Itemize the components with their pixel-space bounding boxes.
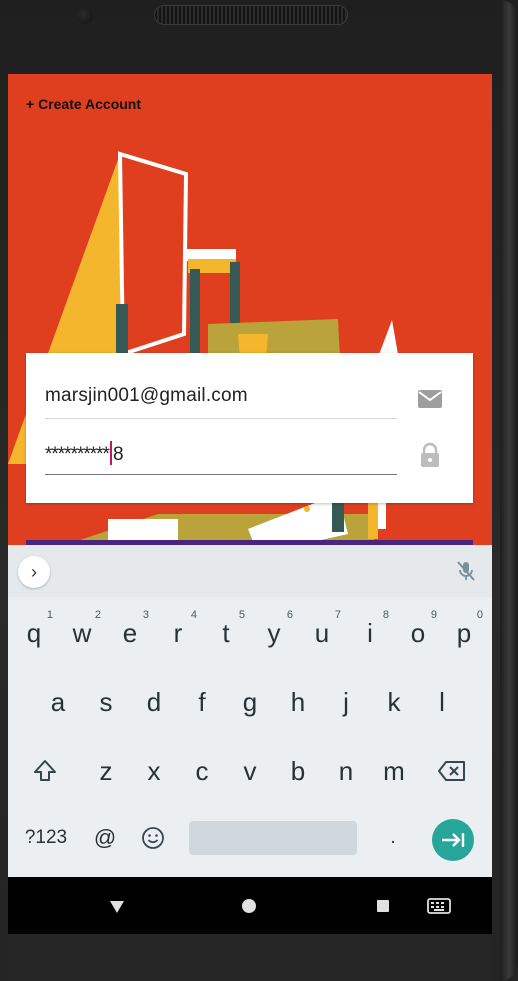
- front-camera: [77, 8, 93, 24]
- key-v[interactable]: v: [227, 743, 273, 799]
- symbols-key[interactable]: ?123: [20, 810, 72, 866]
- device-frame: + Create Account marsjin001@gmail.com **…: [0, 0, 518, 981]
- device-edge: [500, 0, 518, 981]
- password-field[interactable]: ********** 8: [45, 433, 397, 475]
- keyboard-suggestion-bar: ›: [8, 545, 492, 597]
- key-r[interactable]: r4: [155, 605, 201, 661]
- password-value: ********** 8: [45, 441, 124, 466]
- key-g[interactable]: g: [227, 674, 273, 730]
- soft-keyboard: › q1 w2 e3 r4 t5 y6 u7 i8 o9 p0 a s d f …: [8, 545, 492, 877]
- key-n[interactable]: n: [323, 743, 369, 799]
- nav-recents-icon[interactable]: [372, 895, 394, 917]
- key-o[interactable]: o9: [395, 605, 441, 661]
- key-f[interactable]: f: [179, 674, 225, 730]
- email-value: marsjin001@gmail.com: [45, 385, 248, 406]
- key-e[interactable]: e3: [107, 605, 153, 661]
- key-i[interactable]: i8: [347, 605, 393, 661]
- device-chin: [8, 934, 492, 981]
- key-w[interactable]: w2: [59, 605, 105, 661]
- system-nav-bar: [8, 877, 492, 934]
- text-cursor: [109, 441, 112, 465]
- at-key[interactable]: @: [82, 810, 128, 866]
- key-t[interactable]: t5: [203, 605, 249, 661]
- chevron-right-icon[interactable]: ›: [18, 556, 50, 588]
- lock-icon: [421, 442, 439, 467]
- period-key[interactable]: .: [370, 810, 416, 866]
- keyboard-icon[interactable]: [426, 895, 452, 917]
- mic-off-icon[interactable]: [454, 559, 478, 583]
- backspace-key[interactable]: [429, 743, 475, 799]
- key-d[interactable]: d: [131, 674, 177, 730]
- create-account-link[interactable]: + Create Account: [26, 96, 141, 112]
- login-card: marsjin001@gmail.com ********** 8: [26, 353, 473, 503]
- key-z[interactable]: z: [83, 743, 129, 799]
- mail-icon: [418, 390, 442, 408]
- key-q[interactable]: q1: [11, 605, 57, 661]
- app-screen: + Create Account marsjin001@gmail.com **…: [8, 74, 492, 934]
- key-b[interactable]: b: [275, 743, 321, 799]
- shift-icon: [34, 760, 56, 781]
- key-l[interactable]: l: [419, 674, 465, 730]
- key-c[interactable]: c: [179, 743, 225, 799]
- shift-key[interactable]: [22, 743, 68, 799]
- emoji-key[interactable]: [130, 810, 176, 866]
- key-m[interactable]: m: [371, 743, 417, 799]
- nav-home-icon[interactable]: [238, 895, 260, 917]
- key-j[interactable]: j: [323, 674, 369, 730]
- emoji-icon: [142, 827, 164, 849]
- enter-key[interactable]: [432, 819, 474, 861]
- nav-back-icon[interactable]: [106, 895, 128, 917]
- backspace-icon: [438, 761, 465, 781]
- key-k[interactable]: k: [371, 674, 417, 730]
- key-h[interactable]: h: [275, 674, 321, 730]
- space-key[interactable]: [189, 821, 357, 855]
- key-a[interactable]: a: [35, 674, 81, 730]
- key-y[interactable]: y6: [251, 605, 297, 661]
- password-last-char: 8: [112, 444, 124, 465]
- key-u[interactable]: u7: [299, 605, 345, 661]
- key-p[interactable]: p0: [441, 605, 487, 661]
- password-mask: **********: [45, 444, 110, 465]
- key-s[interactable]: s: [83, 674, 129, 730]
- enter-arrow-icon: [442, 833, 465, 847]
- email-field[interactable]: marsjin001@gmail.com: [45, 377, 397, 419]
- key-x[interactable]: x: [131, 743, 177, 799]
- earpiece-speaker: [154, 5, 348, 25]
